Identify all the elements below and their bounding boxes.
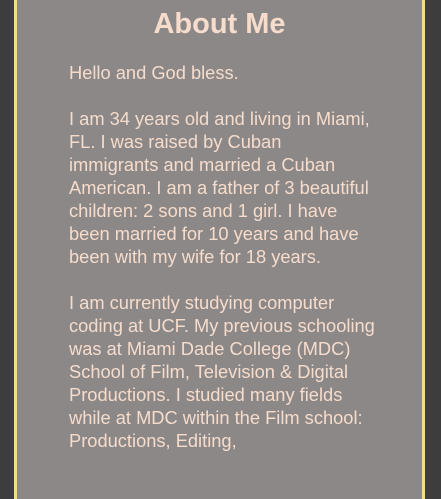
paragraph-family: I am 34 years old and living in Miami, F… xyxy=(69,108,370,267)
paragraph-education: I am currently studying computer coding … xyxy=(69,292,375,451)
about-me-content: Hello and God bless. I am 34 years old a… xyxy=(69,61,375,475)
paragraph-greeting: Hello and God bless. xyxy=(69,62,239,83)
page-title: About Me xyxy=(153,8,286,40)
about-me-panel: About Me Hello and God bless. I am 34 ye… xyxy=(14,0,425,499)
